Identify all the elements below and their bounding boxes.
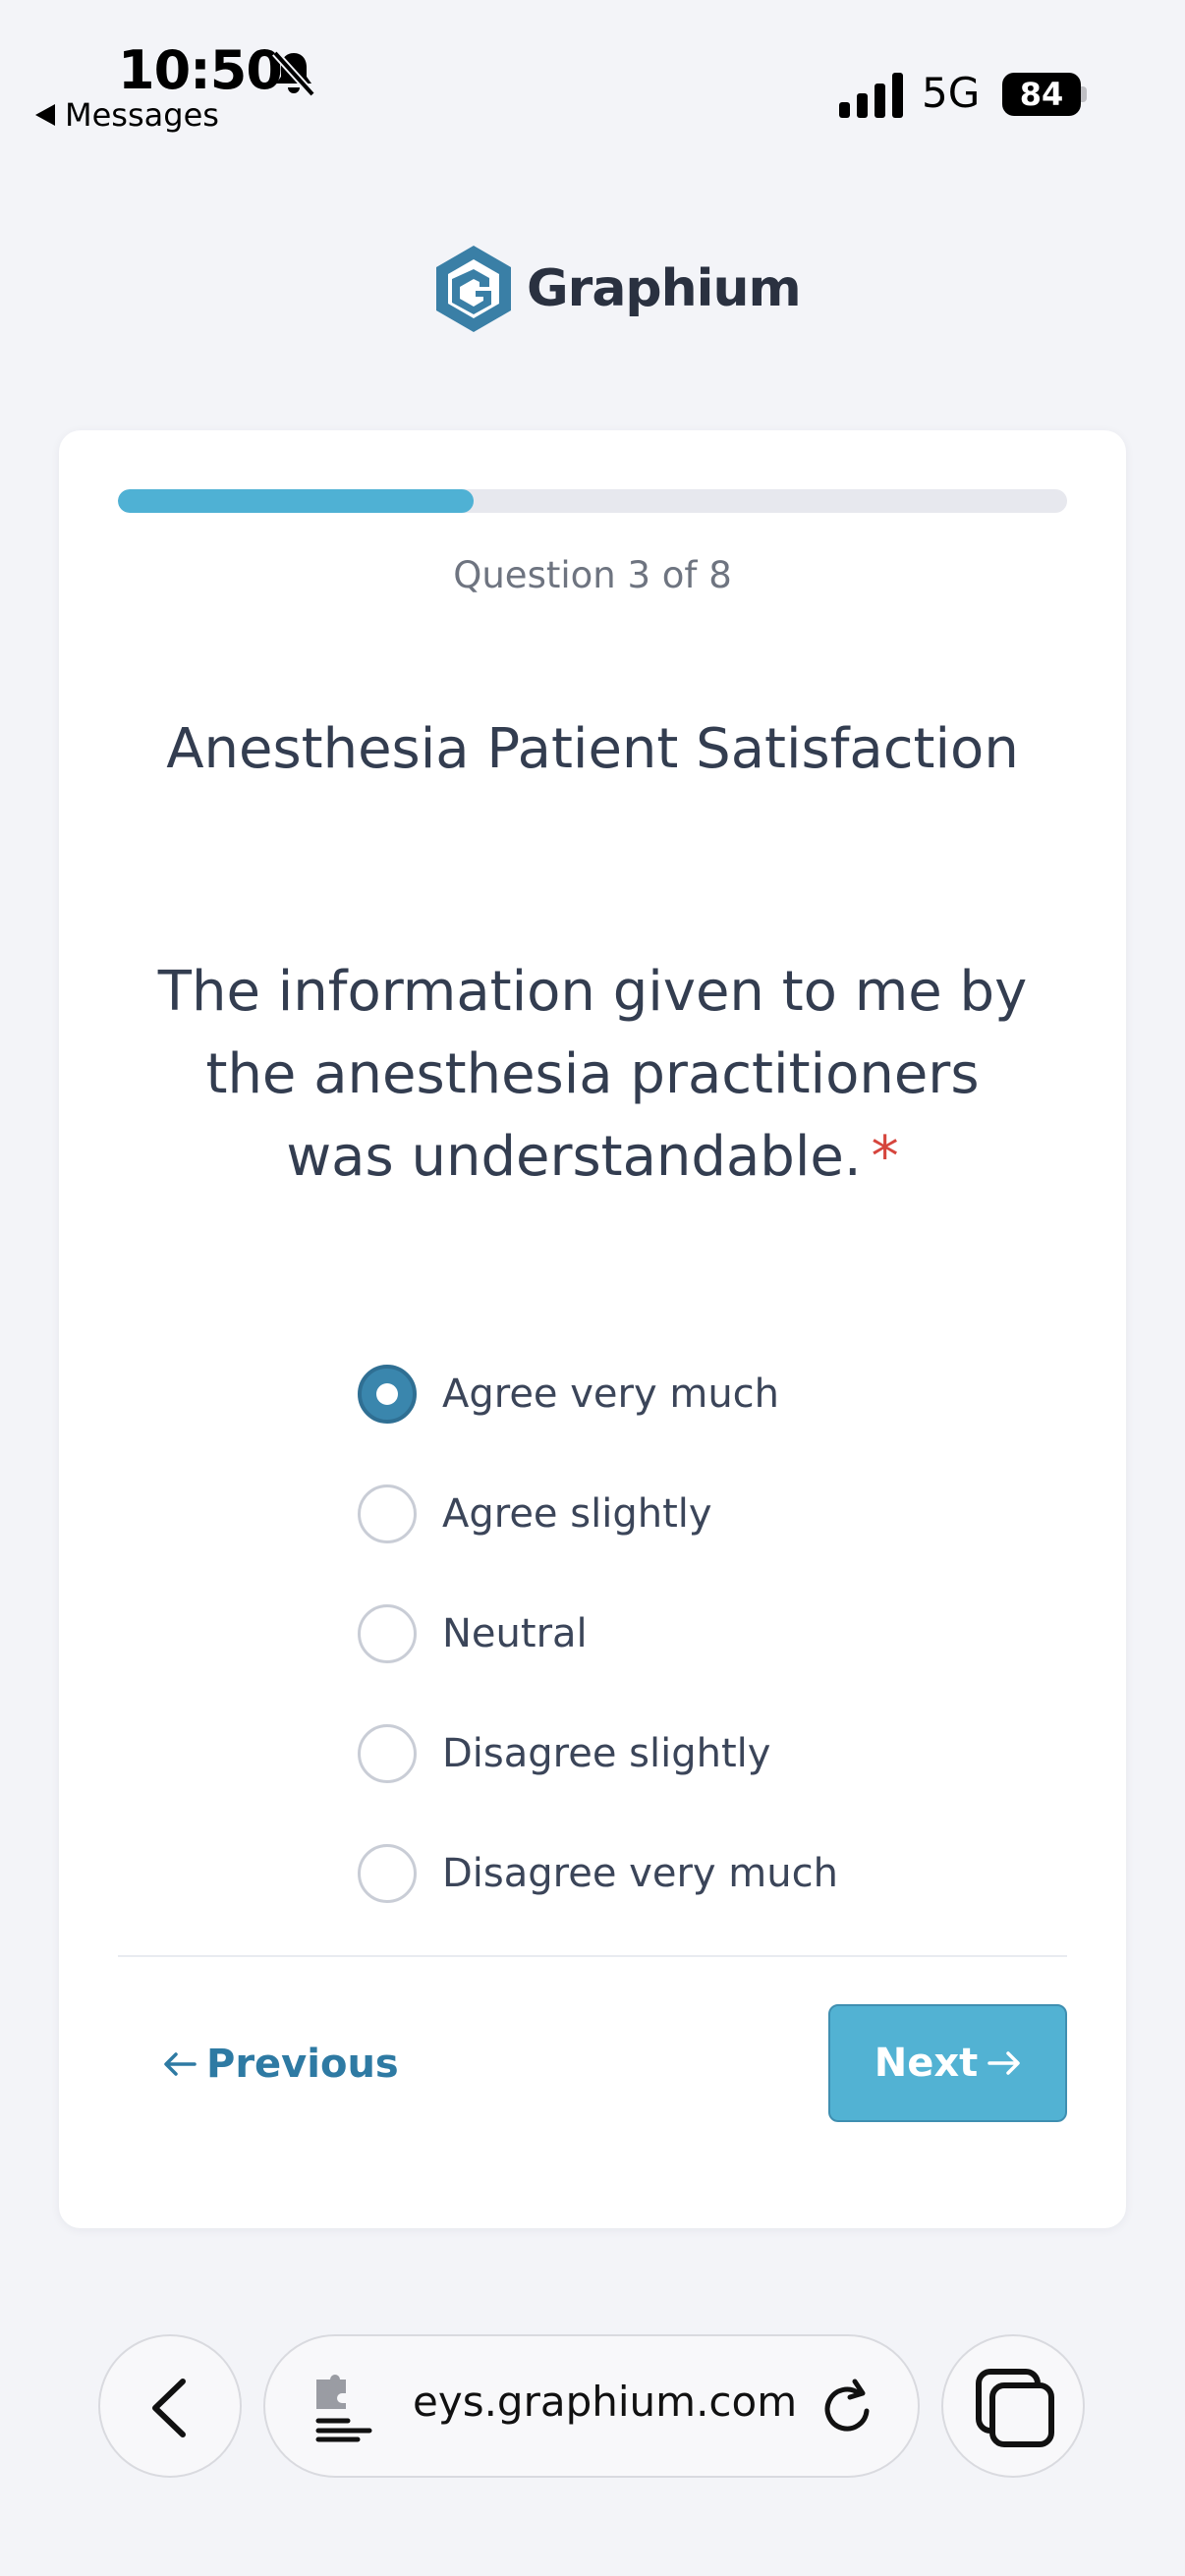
status-time: 10:50 (118, 39, 283, 101)
option-disagree-very-much[interactable]: Disagree very much (358, 1814, 838, 1933)
previous-label: Previous (206, 2042, 399, 2087)
question-text: The information given to me by the anest… (147, 951, 1038, 1199)
option-label: Disagree very much (442, 1851, 838, 1896)
battery-tip (1081, 86, 1087, 102)
radio-button[interactable] (358, 1724, 417, 1783)
option-agree-slightly[interactable]: Agree slightly (358, 1454, 838, 1574)
arrow-right-icon (988, 2051, 1021, 2075)
option-label: Agree very much (442, 1372, 780, 1417)
card-divider (118, 1955, 1067, 1957)
battery-indicator: 84 (1002, 73, 1087, 116)
page-menu-icon (315, 2375, 372, 2442)
progress-bar (118, 489, 1067, 513)
back-to-messages-link[interactable]: Messages (35, 96, 219, 134)
battery-level: 84 (1002, 73, 1081, 116)
muted-bell-icon (272, 50, 315, 97)
brand-logo: Graphium (432, 242, 802, 336)
survey-page: 10:50 Messages 5G 84 Graphium Question 3… (0, 0, 1185, 2576)
graphium-logo-icon (436, 246, 511, 332)
answer-options: Agree very much Agree slightly Neutral D… (358, 1334, 838, 1933)
reload-icon[interactable] (816, 2376, 880, 2440)
back-app-label: Messages (65, 96, 219, 134)
question-counter: Question 3 of 8 (453, 554, 732, 596)
brand-name: Graphium (527, 259, 802, 318)
option-label: Agree slightly (442, 1491, 712, 1537)
browser-back-button[interactable] (98, 2334, 242, 2478)
back-triangle-icon (35, 104, 55, 126)
tabs-button[interactable] (941, 2334, 1085, 2478)
cellular-signal-icon (839, 73, 903, 118)
status-bar: 10:50 Messages 5G 84 (0, 0, 1185, 138)
arrow-left-icon (164, 2052, 197, 2076)
survey-card: Question 3 of 8 Anesthesia Patient Satis… (59, 430, 1126, 2228)
option-neutral[interactable]: Neutral (358, 1574, 838, 1694)
option-label: Disagree slightly (442, 1731, 771, 1776)
option-disagree-slightly[interactable]: Disagree slightly (358, 1694, 838, 1814)
address-bar[interactable]: eys.graphium.com (263, 2334, 920, 2478)
radio-button[interactable] (358, 1844, 417, 1903)
progress-fill (118, 489, 475, 513)
radio-button[interactable] (358, 1484, 417, 1543)
tabs-icon (976, 2369, 1054, 2447)
survey-title: Anesthesia Patient Satisfaction (166, 717, 1019, 781)
required-marker: * (871, 1125, 899, 1189)
previous-button[interactable]: Previous (163, 2042, 399, 2087)
radio-button[interactable] (358, 1604, 417, 1663)
radio-button[interactable] (358, 1365, 417, 1424)
next-button[interactable]: Next (828, 2004, 1067, 2122)
option-agree-very-much[interactable]: Agree very much (358, 1334, 838, 1454)
url-text: eys.graphium.com (413, 2378, 798, 2426)
network-type: 5G (922, 69, 981, 117)
next-label: Next (874, 2041, 979, 2086)
chevron-left-icon (152, 2379, 186, 2437)
option-label: Neutral (442, 1611, 588, 1656)
